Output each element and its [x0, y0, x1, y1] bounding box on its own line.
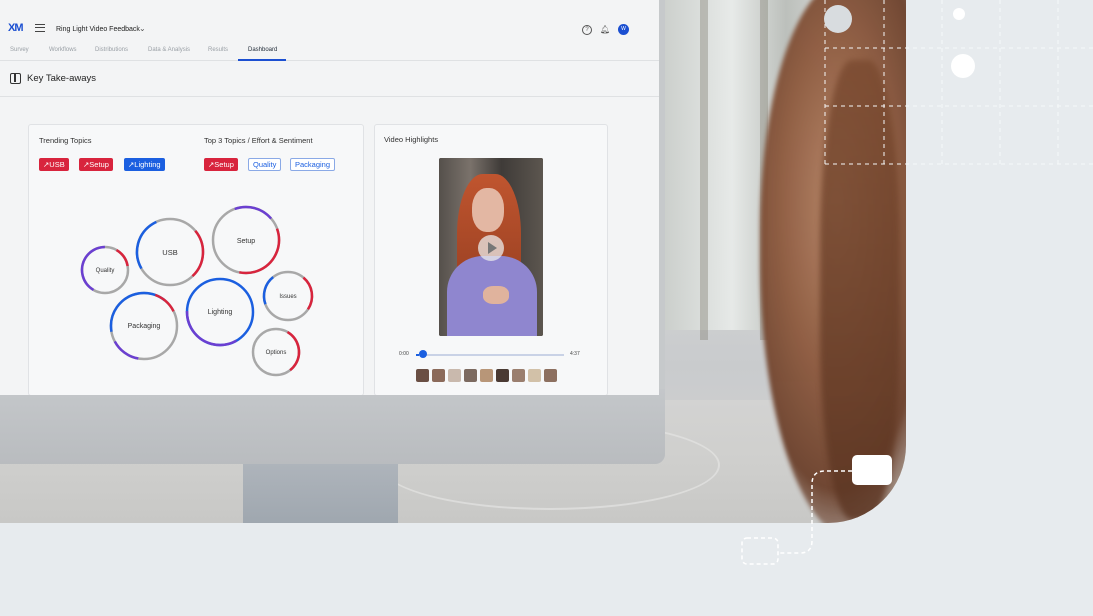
decorative-dot [824, 5, 852, 33]
decorative-dot [951, 54, 975, 78]
decorative-dot [953, 8, 965, 20]
decorative-dashed-path [780, 470, 852, 554]
decorative-overlay [741, 0, 1093, 565]
decorative-rect [741, 537, 779, 565]
decorative-grid [824, 0, 1093, 165]
hero-stage: XM Ring Light Video Feedback ⌄ ? 🔔︎ W Su… [0, 0, 1093, 616]
decorative-rect [852, 455, 892, 485]
